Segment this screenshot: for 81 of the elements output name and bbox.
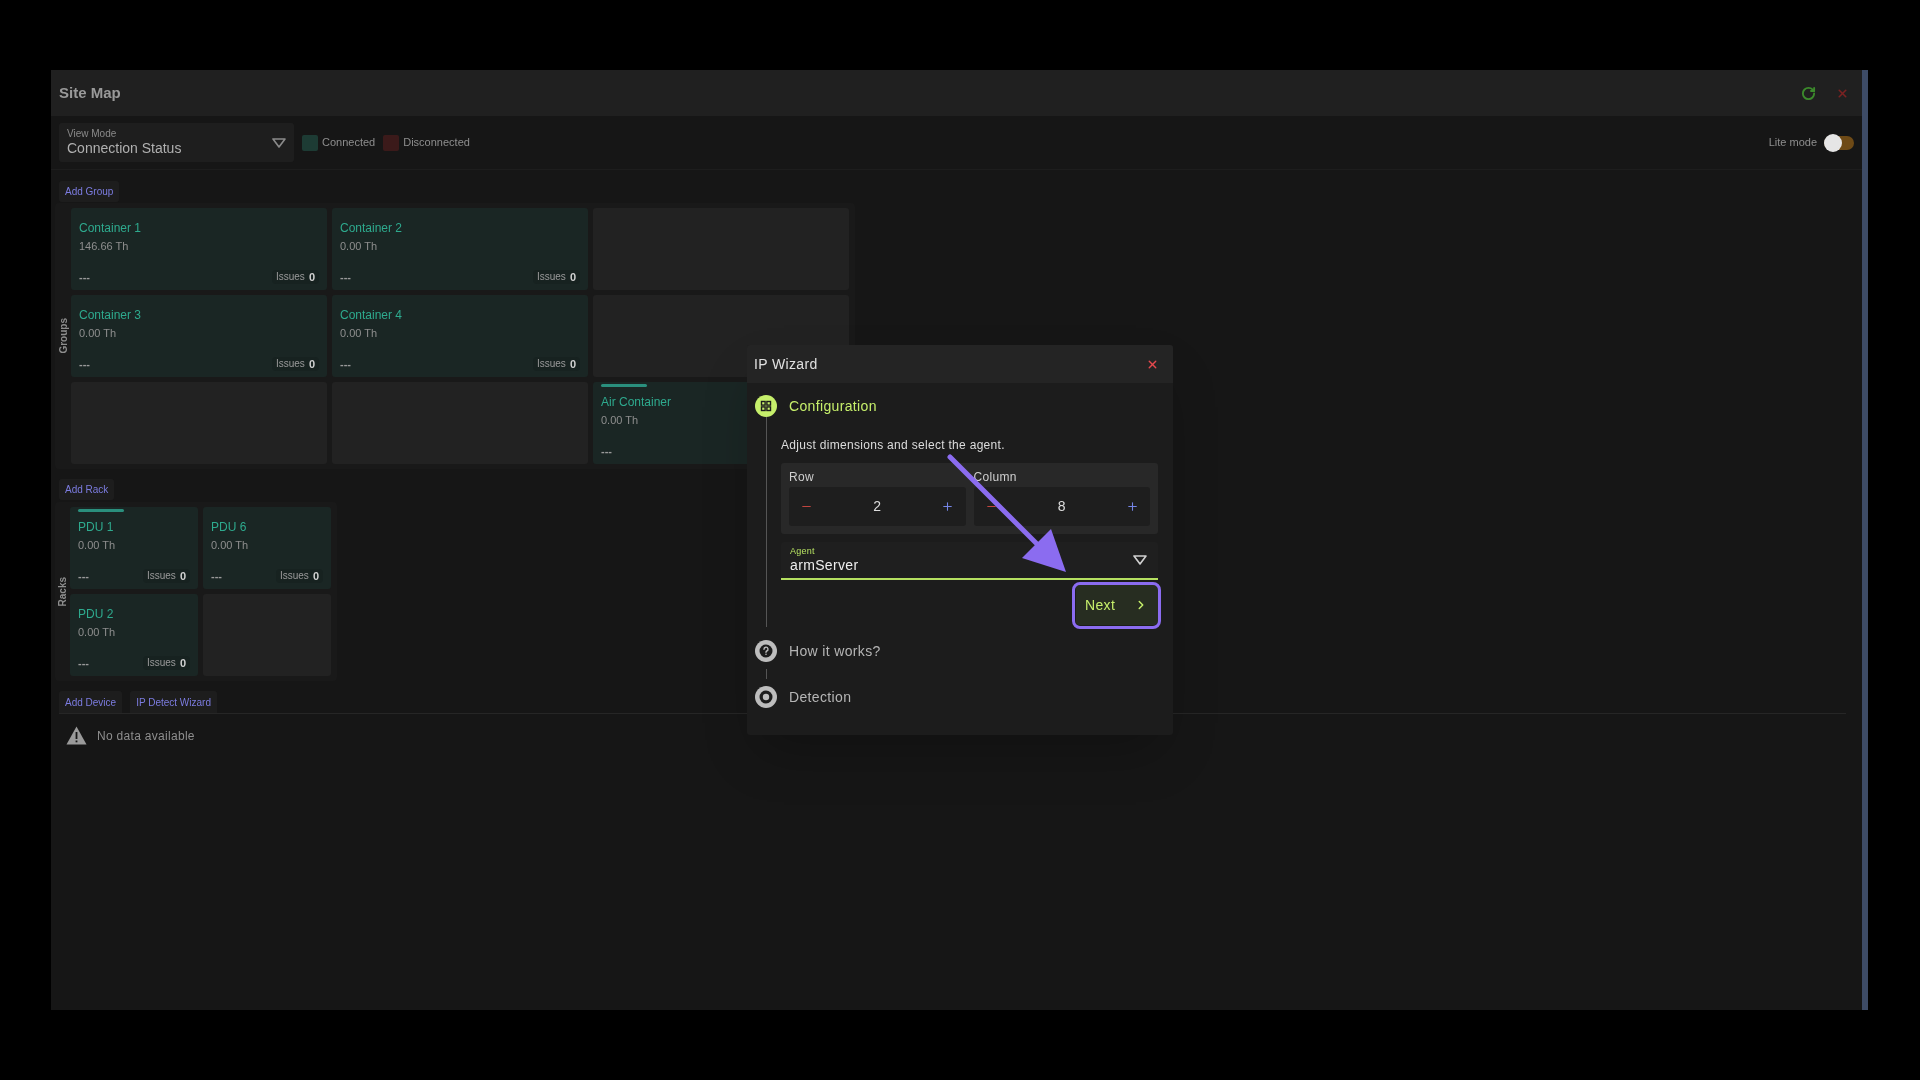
- issues-label: Issues: [146, 569, 176, 583]
- legend-label: Connected: [322, 135, 376, 151]
- radio-icon: [755, 686, 777, 708]
- issues-count: 0: [308, 357, 315, 371]
- device-card[interactable]: PDU 6 0.00 Th --- Issues 0: [203, 507, 331, 589]
- issues-count: 0: [312, 569, 319, 583]
- lite-mode-label: Lite mode: [1768, 135, 1817, 151]
- grid-icon: [755, 395, 777, 417]
- card-value: 0.00 Th: [211, 538, 249, 553]
- view-mode-select[interactable]: View Mode Connection Status: [59, 123, 294, 162]
- plus-icon: [1126, 500, 1139, 513]
- issues-label: Issues: [536, 270, 566, 284]
- card-status: ---: [78, 656, 89, 670]
- lite-mode-toggle[interactable]: [1824, 135, 1854, 150]
- card-title: PDU 6: [211, 519, 247, 535]
- dimension-label: Column: [973, 470, 1017, 484]
- step-title[interactable]: Detection: [789, 688, 852, 706]
- section-label: Groups: [56, 318, 70, 354]
- card-status: ---: [601, 444, 612, 458]
- issues-count: 0: [179, 656, 186, 670]
- device-card[interactable]: Container 2 0.00 Th --- Issues 0: [332, 208, 588, 290]
- card-value: 0.00 Th: [78, 538, 116, 553]
- card-status: ---: [79, 270, 90, 284]
- warning-icon: [66, 726, 87, 745]
- stepper-value: 2: [873, 497, 882, 516]
- issues-label: Issues: [536, 357, 566, 371]
- card-value: 0.00 Th: [79, 326, 117, 341]
- section-label: Racks: [56, 576, 69, 607]
- card-status: ---: [211, 569, 222, 583]
- card-value: 0.00 Th: [340, 326, 378, 341]
- number-stepper[interactable]: 2: [789, 487, 966, 526]
- card-status: ---: [79, 357, 90, 371]
- window-title: Site Map: [59, 82, 121, 103]
- issues-label: Issues: [275, 270, 305, 284]
- card-value: 146.66 Th: [79, 239, 129, 254]
- step-title[interactable]: How it works?: [789, 642, 881, 660]
- issues-label: Issues: [275, 357, 305, 371]
- card-status: ---: [340, 270, 351, 284]
- select-label: View Mode: [67, 128, 117, 140]
- plus-icon: [941, 500, 955, 513]
- refresh-icon[interactable]: [1801, 85, 1816, 101]
- caret-icon: [272, 137, 286, 148]
- select-value: Connection Status: [67, 140, 182, 157]
- issues-count: 0: [569, 357, 576, 371]
- card-title: Air Container: [601, 394, 672, 410]
- select-value: armServer: [790, 557, 859, 574]
- card-value: 0.00 Th: [340, 239, 378, 254]
- device-card[interactable]: Container 1 146.66 Th --- Issues 0: [71, 208, 327, 290]
- card-title: PDU 1: [78, 519, 114, 535]
- add-button[interactable]: Add Group: [59, 181, 120, 202]
- issues-label: Issues: [146, 656, 176, 670]
- empty-message: No data available: [97, 727, 195, 745]
- card-value: 0.00 Th: [78, 625, 116, 640]
- next-button[interactable]: Next: [1076, 585, 1158, 625]
- card-value: 0.00 Th: [601, 413, 639, 428]
- action-button[interactable]: Add Device: [59, 691, 123, 713]
- dialog-title: IP Wizard: [754, 354, 818, 374]
- caret-icon: [1133, 555, 1147, 565]
- card-title: PDU 2: [78, 606, 114, 622]
- card-title: Container 3: [79, 307, 142, 323]
- card-title: Container 4: [340, 307, 403, 323]
- stepper-value: 8: [1057, 497, 1066, 516]
- add-button[interactable]: Add Rack: [59, 479, 115, 500]
- issues-count: 0: [569, 270, 576, 284]
- device-card[interactable]: PDU 1 0.00 Th --- Issues 0: [70, 507, 198, 589]
- card-status: ---: [78, 569, 89, 583]
- number-stepper[interactable]: 8: [973, 487, 1150, 526]
- select-label: Agent: [790, 546, 815, 557]
- issues-count: 0: [308, 270, 315, 284]
- card-title: Container 1: [79, 220, 142, 236]
- help-icon: [755, 640, 777, 662]
- issues-count: 0: [179, 569, 186, 583]
- device-card[interactable]: PDU 2 0.00 Th --- Issues 0: [70, 594, 198, 676]
- legend-label: Disconnected: [403, 135, 470, 151]
- card-status: ---: [340, 357, 351, 371]
- issues-label: Issues: [279, 569, 309, 583]
- dimension-label: Row: [789, 470, 814, 484]
- card-title: Container 2: [340, 220, 403, 236]
- device-card[interactable]: Container 3 0.00 Th --- Issues 0: [71, 295, 327, 377]
- action-button[interactable]: IP Detect Wizard: [130, 691, 217, 713]
- device-card[interactable]: Container 4 0.00 Th --- Issues 0: [332, 295, 588, 377]
